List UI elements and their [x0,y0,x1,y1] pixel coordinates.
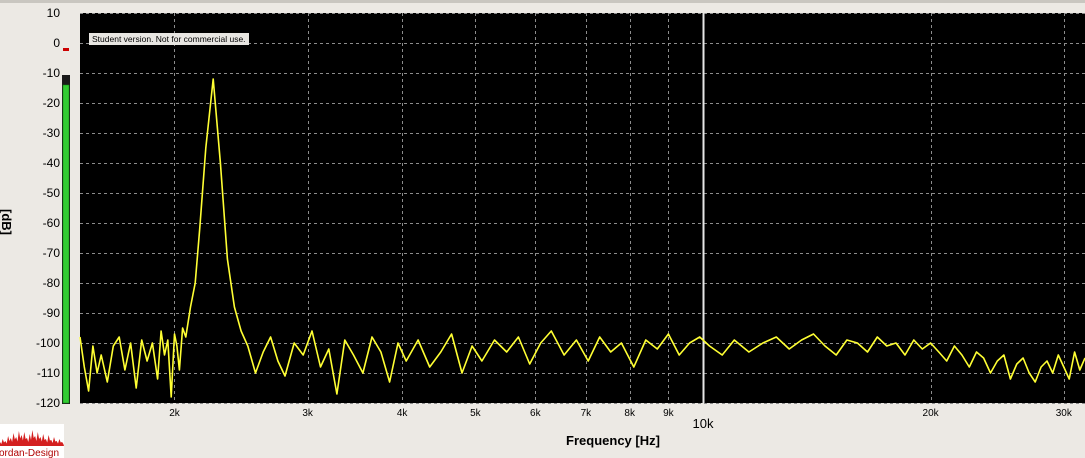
plot-background [80,13,1085,403]
y-axis-title: [dB] [0,209,14,235]
y-tick-labels: 10 0 -10 -20 -30 -40 -50 -60 -70 -80 -90 -100 -110 -1… [36,6,60,410]
waveform-logo-icon [0,430,64,446]
x-tick-label: 6k [530,408,542,419]
x-tick-label: 10k [693,416,714,431]
x-tick-label: 4k [397,408,409,419]
x-tick-label: 9k [663,408,675,419]
y-tick-label: -80 [43,276,61,290]
x-axis-title: Frequency [Hz] [566,433,660,448]
logo-text: Jordan-Design [0,448,60,458]
y-tick-label: -100 [36,336,60,350]
x-tick-label: 8k [624,408,636,419]
x-tick-label: 20k [923,408,940,419]
y-tick-label: -50 [43,186,61,200]
x-tick-label: 30k [1056,408,1073,419]
y-tick-label: -10 [43,66,61,80]
x-tick-labels: 2k 3k 4k 5k 6k 7k 8k 9k 10k 20k 30k [169,408,1073,431]
watermark-label: Student version. Not for commercial use. [89,33,249,45]
meter-fill [62,84,70,404]
y-tick-label: 10 [47,6,61,20]
y-tick-label: -20 [43,96,61,110]
meter-peak-indicator [63,48,69,51]
brand-logo: Jordan-Design [0,424,64,458]
y-tick-label: -90 [43,306,61,320]
y-tick-label: -30 [43,126,61,140]
y-tick-label: -70 [43,246,61,260]
spectrum-chart: 10 0 -10 -20 -30 -40 -50 -60 -70 -80 -90 -100 -110 -1… [0,6,1085,448]
x-tick-label: 7k [581,408,593,419]
y-tick-label: -110 [37,366,60,380]
level-meter [62,48,70,404]
y-tick-label: -40 [43,156,61,170]
y-tick-label: 0 [53,36,60,50]
x-tick-label: 5k [470,408,482,419]
x-tick-label: 2k [169,408,181,419]
x-tick-label: 3k [302,408,314,419]
y-tick-label: -60 [43,216,61,230]
y-tick-label: -120 [36,396,60,410]
